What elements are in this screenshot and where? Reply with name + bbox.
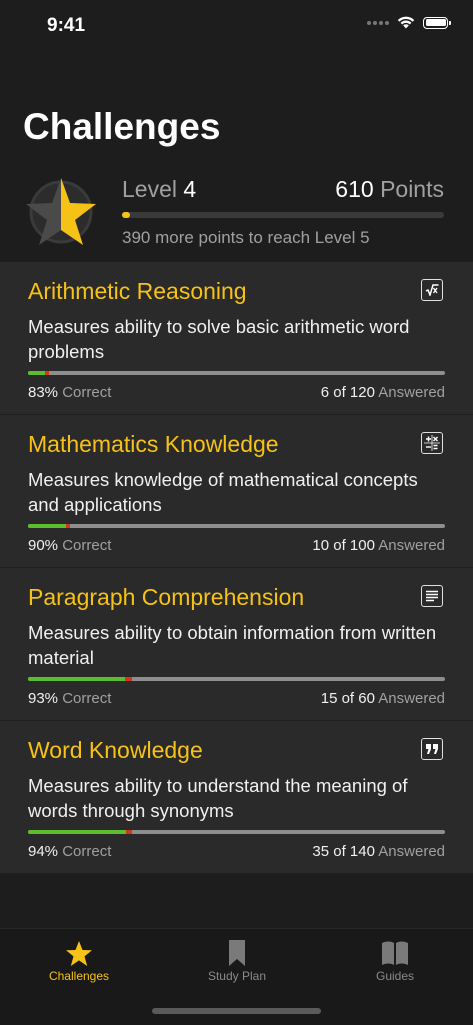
- incorrect-segment: [45, 371, 49, 375]
- challenge-card-paragraph-comprehension[interactable]: Paragraph Comprehension Measures ability…: [0, 568, 473, 721]
- document-lines-icon: [421, 585, 443, 607]
- challenge-card-arithmetic-reasoning[interactable]: Arithmetic Reasoning Measures ability to…: [0, 262, 473, 415]
- tab-study-plan[interactable]: Study Plan: [158, 929, 316, 989]
- challenge-description: Measures ability to understand the meani…: [28, 775, 408, 821]
- challenge-progress-bar: [28, 524, 445, 528]
- correct-segment: [28, 830, 126, 834]
- challenge-title: Mathematics Knowledge: [28, 431, 279, 457]
- tab-challenges[interactable]: Challenges: [0, 929, 158, 989]
- correct-percent: 90% Correct: [28, 537, 112, 554]
- cellular-signal-icon: [367, 20, 389, 25]
- level-hint: 390 more points to reach Level 5: [122, 228, 370, 247]
- tab-guides[interactable]: Guides: [316, 929, 473, 989]
- challenge-progress-bar: [28, 677, 445, 681]
- challenge-card-word-knowledge[interactable]: Word Knowledge Measures ability to under…: [0, 721, 473, 874]
- book-icon: [380, 938, 410, 968]
- incorrect-segment: [124, 677, 133, 681]
- wifi-icon: [397, 16, 415, 29]
- page-title: Challenges: [23, 106, 221, 147]
- correct-segment: [28, 677, 125, 681]
- correct-percent: 94% Correct: [28, 843, 112, 860]
- challenge-progress-bar: [28, 830, 445, 834]
- answered-count: 10 of 100 Answered: [312, 537, 445, 554]
- tab-label: Study Plan: [207, 969, 267, 983]
- correct-segment: [28, 371, 46, 375]
- challenge-title: Word Knowledge: [28, 737, 203, 763]
- challenge-title: Paragraph Comprehension: [28, 584, 305, 610]
- challenge-title: Arithmetic Reasoning: [28, 278, 247, 304]
- challenge-card-mathematics-knowledge[interactable]: Mathematics Knowledge Measures knowledge…: [0, 415, 473, 568]
- challenge-description: Measures ability to solve basic arithmet…: [28, 316, 410, 362]
- home-indicator: [152, 1008, 321, 1014]
- answered-count: 6 of 120 Answered: [320, 384, 445, 401]
- quote-icon: [421, 738, 443, 760]
- points-label: 610 Points: [335, 176, 444, 202]
- challenge-description: Measures ability to obtain information f…: [28, 622, 437, 668]
- tab-label: Guides: [375, 969, 415, 983]
- challenge-progress-bar: [28, 371, 445, 375]
- bookmark-icon: [222, 938, 252, 968]
- battery-icon: [423, 16, 451, 29]
- challenge-description: Measures knowledge of mathematical conce…: [28, 469, 418, 515]
- correct-segment: [28, 524, 66, 528]
- calculator-icon: [421, 432, 443, 454]
- incorrect-segment: [65, 524, 70, 528]
- incorrect-segment: [125, 830, 133, 834]
- level-progress-bar: [122, 212, 444, 218]
- answered-count: 35 of 140 Answered: [312, 843, 445, 860]
- status-indicators: [367, 16, 451, 29]
- challenge-list: Arithmetic Reasoning Measures ability to…: [0, 262, 473, 874]
- star-icon: [64, 938, 94, 968]
- correct-percent: 93% Correct: [28, 690, 112, 707]
- correct-percent: 83% Correct: [28, 384, 112, 401]
- tab-label: Challenges: [48, 969, 110, 983]
- level-label: Level 4: [122, 176, 197, 202]
- square-root-icon: [421, 279, 443, 301]
- answered-count: 15 of 60 Answered: [320, 690, 445, 707]
- status-time: 9:41: [47, 15, 86, 36]
- level-star-icon: [26, 178, 96, 245]
- level-progress-fill: [122, 212, 131, 218]
- status-bar: 9:41: [0, 0, 473, 50]
